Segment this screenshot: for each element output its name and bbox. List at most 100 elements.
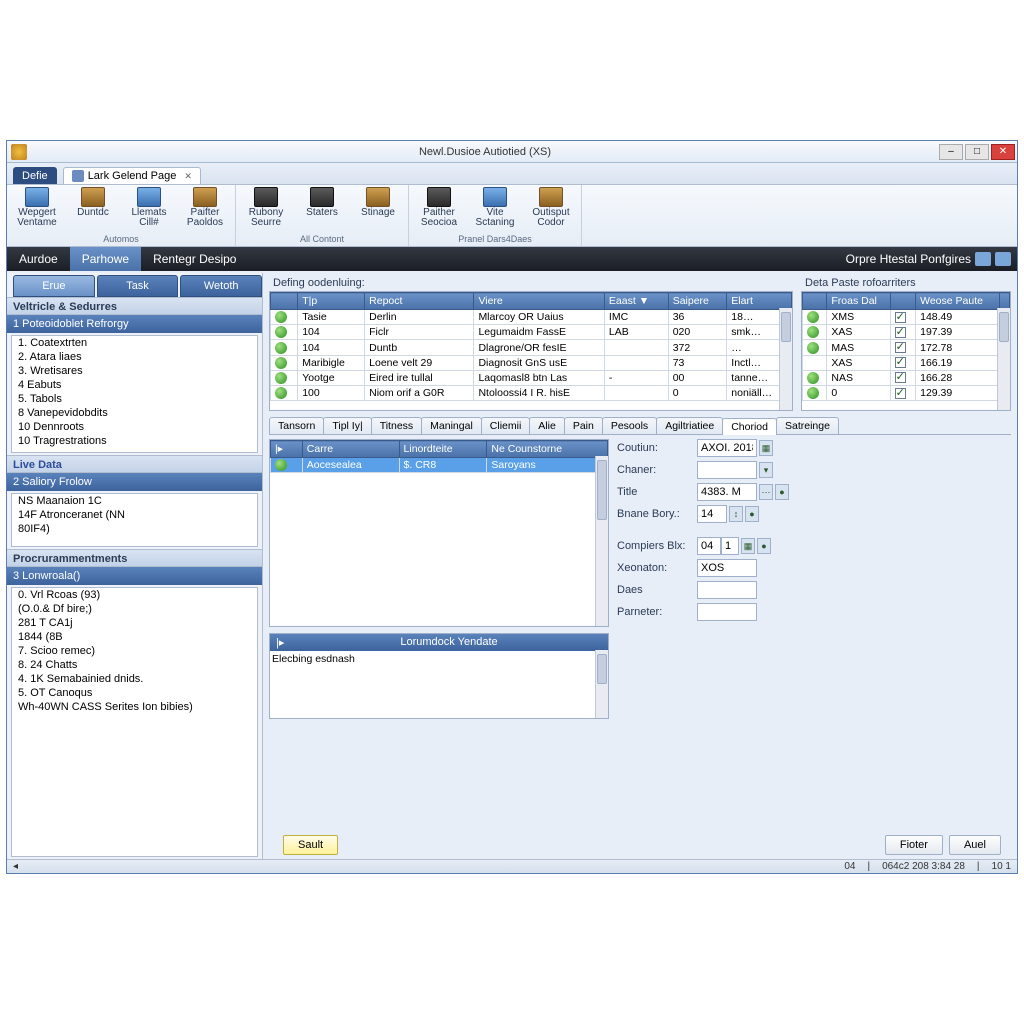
calendar-icon[interactable]: ▦ (741, 538, 755, 554)
scrollbar[interactable] (997, 308, 1010, 410)
list-item[interactable]: 1. Coatextrten (12, 336, 257, 350)
detail-tab[interactable]: Maningal (421, 417, 482, 434)
compiers-input-2[interactable] (721, 537, 739, 555)
list-item[interactable]: Wh-40WN CASS Serites Ion bibies) (12, 700, 257, 714)
list-live-data[interactable]: NS Maanaion 1C14F Atronceranet (NN80IF4) (11, 493, 258, 547)
detail-tab[interactable]: Tipl Iy| (323, 417, 371, 434)
ribbon-tool[interactable]: PaifterPaoldos (181, 187, 229, 228)
list-item[interactable]: 5. Tabols (12, 392, 257, 406)
ribbon-tool[interactable]: Staters (298, 187, 346, 228)
section-blue-2[interactable]: 2 Saliory Frolow (7, 473, 262, 491)
checkbox-icon[interactable] (895, 342, 906, 353)
detail-tab[interactable]: Tansorn (269, 417, 324, 434)
table-row[interactable]: XAS197.39 (803, 325, 1010, 340)
list-item[interactable]: 5. OT Canoqus (12, 686, 257, 700)
maximize-button[interactable]: □ (965, 144, 989, 160)
scrollbar[interactable] (595, 456, 608, 626)
nav-parhowe[interactable]: Parhowe (70, 247, 141, 271)
table-row[interactable]: MAS172.78 (803, 340, 1010, 355)
table-row[interactable]: MaribigleLoene velt 29Diagnosit GnS usE7… (271, 355, 792, 370)
chaner-input[interactable] (697, 461, 757, 479)
lookup-icon[interactable]: ⋯ (759, 484, 773, 500)
tab-task[interactable]: Task (97, 275, 179, 297)
fioter-button[interactable]: Fioter (885, 835, 943, 855)
checkbox-icon[interactable] (895, 388, 906, 399)
ok-icon[interactable]: ● (757, 538, 771, 554)
ribbon-tool[interactable]: Duntdc (69, 187, 117, 228)
date-picker-icon[interactable]: ▦ (759, 440, 773, 456)
table-row[interactable]: TasieDerlinMlarcoy OR UaiusIMC3618… (271, 310, 792, 325)
list-item[interactable]: 3. Wretisares (12, 364, 257, 378)
list-item[interactable]: 2. Atara liaes (12, 350, 257, 364)
tab-wetoth[interactable]: Wetoth (180, 275, 262, 297)
list-item[interactable]: 7. Scioo remec) (12, 644, 257, 658)
ok-icon[interactable]: ● (775, 484, 789, 500)
nav-rentegr[interactable]: Rentegr Desipo (141, 247, 248, 271)
list-item[interactable]: 10 Tragrestrations (12, 434, 257, 448)
checkbox-icon[interactable] (895, 372, 906, 383)
auel-button[interactable]: Auel (949, 835, 1001, 855)
scrollbar[interactable] (595, 650, 608, 718)
list-item[interactable]: NS Maanaion 1C (12, 494, 257, 508)
bnane-input[interactable] (697, 505, 727, 523)
checkbox-icon[interactable] (895, 357, 906, 368)
detail-tab[interactable]: Agiltriatiee (656, 417, 723, 434)
close-button[interactable]: ✕ (991, 144, 1015, 160)
dropdown-icon[interactable]: ▾ (759, 462, 773, 478)
ribbon-tool[interactable]: OutisputCodor (527, 187, 575, 228)
list-item[interactable]: 80IF4) (12, 522, 257, 536)
table-row[interactable]: YootgeEired ire tullalLaqomasl8 btn Las-… (271, 370, 792, 385)
ribbon-tool[interactable]: WepgertVentame (13, 187, 61, 228)
ribbon-tool[interactable]: RubonySeurre (242, 187, 290, 228)
save-button[interactable]: Sault (283, 835, 338, 855)
table-row[interactable]: 104DuntbDlagrone/OR fesIE372… (271, 340, 792, 355)
tab-erue[interactable]: Erue (13, 275, 95, 297)
scrollbar[interactable] (779, 308, 792, 410)
ribbon-tool[interactable]: PaitherSeocioa (415, 187, 463, 228)
detail-tab[interactable]: Titness (371, 417, 422, 434)
ribbon-tool[interactable]: Stinage (354, 187, 402, 228)
table-row[interactable]: 0129.39 (803, 385, 1010, 400)
list-item[interactable]: (O.0.& Df bire;) (12, 602, 257, 616)
sub-grid[interactable]: |▸CarreLinordteiteNe CounstorneAoceseale… (269, 439, 609, 627)
title-input[interactable] (697, 483, 757, 501)
daes-input[interactable] (697, 581, 757, 599)
tab-defie[interactable]: Defie (13, 167, 57, 184)
detail-tab[interactable]: Satreinge (776, 417, 839, 434)
checkbox-icon[interactable] (895, 312, 906, 323)
list-procr[interactable]: 0. Vrl Rcoas (93) (O.0.& Df bire;) 281 T… (11, 587, 258, 857)
checkbox-icon[interactable] (895, 327, 906, 338)
list-item[interactable]: 10 Dennroots (12, 420, 257, 434)
mail-icon[interactable] (995, 252, 1011, 266)
list-item[interactable]: 4. 1K Semabainied dnids. (12, 672, 257, 686)
log-text[interactable]: Elecbing esdnash (270, 651, 608, 713)
detail-tab[interactable]: Pain (564, 417, 603, 434)
coution-input[interactable] (697, 439, 757, 457)
table-row[interactable]: 104FiclrLegumaidm FassELAB020smk… (271, 325, 792, 340)
list-item[interactable]: 0. Vrl Rcoas (93) (12, 588, 257, 602)
detail-tab[interactable]: Alie (529, 417, 565, 434)
table-row[interactable]: NAS166.28 (803, 370, 1010, 385)
tab-lark-gelend[interactable]: Lark Gelend Page ✕ (63, 167, 201, 184)
list-item[interactable]: 281 T CA1j (12, 616, 257, 630)
minimize-button[interactable]: – (939, 144, 963, 160)
section-blue-3[interactable]: 3 Lonwroala() (7, 567, 262, 585)
close-icon[interactable]: ✕ (184, 171, 192, 182)
table-row[interactable]: XAS166.19 (803, 355, 1010, 370)
xeonaton-input[interactable] (697, 559, 757, 577)
parneter-input[interactable] (697, 603, 757, 621)
list-item[interactable]: 1844 (8B (12, 630, 257, 644)
detail-tab[interactable]: Pesools (602, 417, 657, 434)
cloud-icon[interactable] (975, 252, 991, 266)
ok-icon[interactable]: ● (745, 506, 759, 522)
nav-aurdoe[interactable]: Aurdoe (7, 247, 70, 271)
table-row[interactable]: 100Niom orif a G0RNtoloossi4 I R. hisE0n… (271, 386, 792, 401)
main-grid[interactable]: T|pRepoctViereEaast ▼SaipereElartTasieDe… (269, 291, 793, 411)
ribbon-tool[interactable]: LlematsCill# (125, 187, 173, 228)
section-blue-1[interactable]: 1 Poteoidoblet Refrorgy (7, 315, 262, 333)
right-grid[interactable]: Froas DalWeose PauteXMS148.49XAS197.39MA… (801, 291, 1011, 411)
list-item[interactable]: 8 Vanepevidobdits (12, 406, 257, 420)
list-item[interactable]: 8. 24 Chatts (12, 658, 257, 672)
detail-tab[interactable]: Choriod (722, 418, 777, 435)
list-vehicle[interactable]: 1. Coatextrten2. Atara liaes3. Wretisare… (11, 335, 258, 453)
